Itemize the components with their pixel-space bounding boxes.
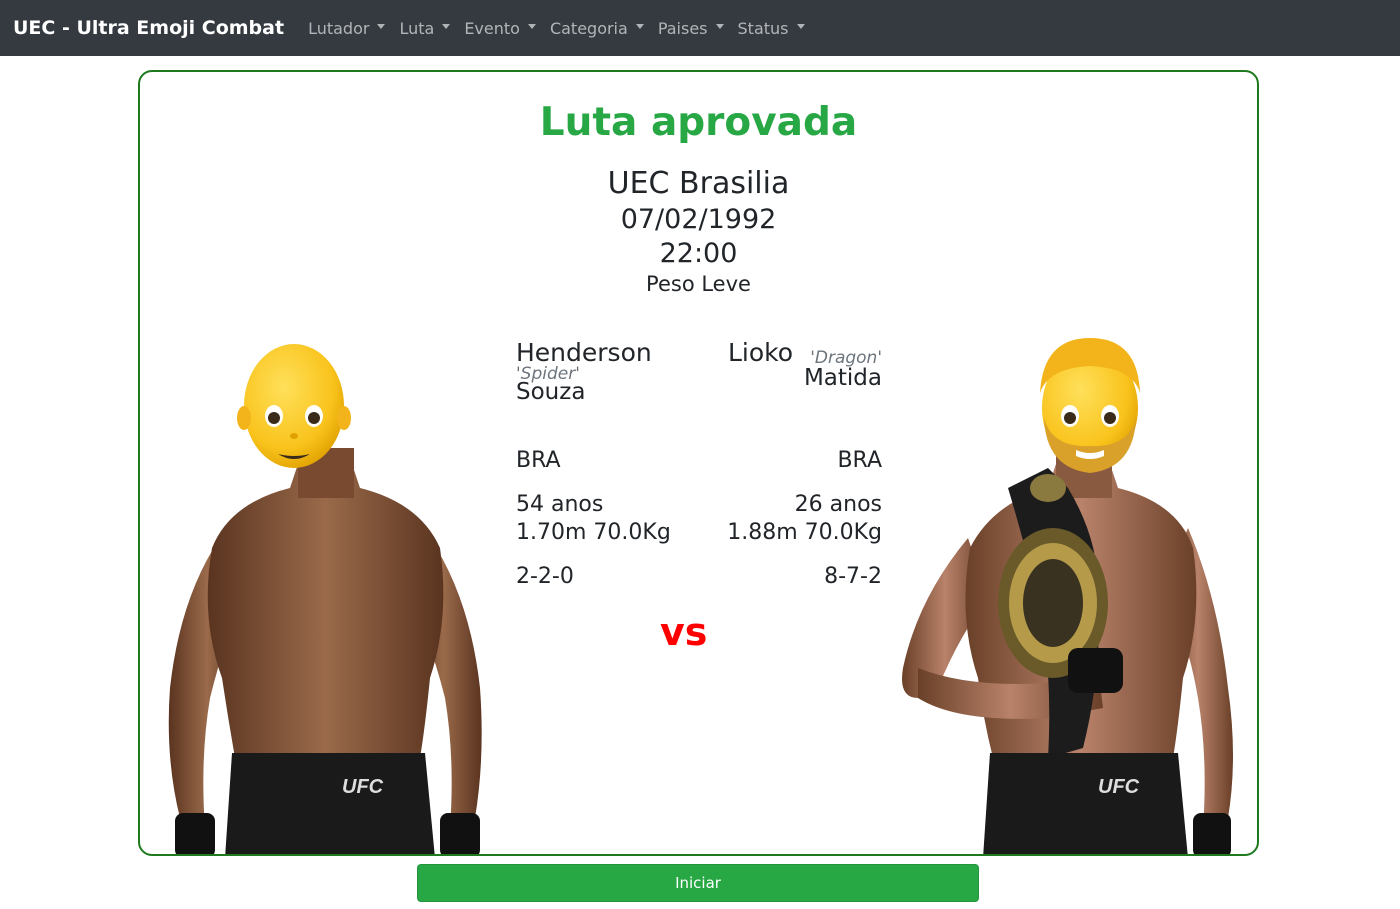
- menu-lutador[interactable]: Lutador: [308, 18, 386, 38]
- brand-link[interactable]: UEC - Ultra Emoji Combat: [13, 17, 284, 39]
- fighter-left-last-name: Souza: [516, 379, 586, 405]
- menu-luta-label: Luta: [399, 18, 435, 38]
- caret-down-icon: [442, 23, 451, 29]
- menu-luta[interactable]: Luta: [399, 18, 451, 38]
- event-name: UEC Brasilia: [607, 166, 790, 201]
- caret-down-icon: [796, 23, 805, 29]
- fighter-right-image: UFC: [898, 338, 1248, 854]
- start-fight-button[interactable]: Iniciar: [417, 864, 979, 902]
- fight-status-title: Luta aprovada: [539, 100, 858, 145]
- fighter-right-nickname: 'Dragon': [810, 348, 882, 368]
- fighter-left-age: 54 anos: [516, 492, 604, 517]
- fighter-right-age: 26 anos: [794, 492, 882, 517]
- fighter-left-info: Henderson 'Spider' Souza BRA 54 anos 1.7…: [516, 338, 680, 590]
- navbar: UEC - Ultra Emoji Combat Lutador Luta Ev…: [0, 0, 1400, 56]
- caret-down-icon: [527, 23, 536, 29]
- caret-down-icon: [635, 23, 644, 29]
- menu-status-label: Status: [737, 18, 789, 38]
- fighter-left-record: 2-2-0: [516, 564, 574, 589]
- shorts-logo-left: UFC: [342, 776, 384, 798]
- menu-lutador-label: Lutador: [308, 18, 370, 38]
- fighter-right-country: BRA: [837, 448, 882, 473]
- fighter-right-record: 8-7-2: [824, 564, 882, 589]
- menu-categoria[interactable]: Categoria: [550, 19, 644, 38]
- weight-category: Peso Leve: [646, 272, 751, 296]
- versus-label: vs: [660, 610, 708, 654]
- menu-categoria-label: Categoria: [549, 18, 628, 38]
- bearded-face-emoji-icon: [1040, 338, 1140, 473]
- fighter-right-height-weight: 1.88m 70.0Kg: [727, 520, 882, 545]
- menu-status[interactable]: Status: [738, 19, 805, 38]
- fighter-left-first-name: Henderson: [516, 338, 652, 367]
- caret-down-icon: [377, 23, 386, 29]
- menu-paises[interactable]: Paises: [658, 19, 724, 38]
- fighter-left-height-weight: 1.70m 70.0Kg: [516, 520, 671, 545]
- fighter-right-first-name: Lioko: [728, 338, 794, 367]
- caret-down-icon: [715, 23, 724, 29]
- event-time: 22:00: [659, 238, 738, 269]
- fighter-left-image: UFC: [150, 338, 500, 854]
- shorts-logo-right: UFC: [1098, 776, 1140, 798]
- fighter-left-country: BRA: [516, 448, 561, 473]
- menu-paises-label: Paises: [657, 18, 708, 38]
- menu-evento[interactable]: Evento: [464, 19, 536, 38]
- menu-evento-label: Evento: [464, 18, 520, 38]
- fight-card: Luta aprovada UEC Brasilia 07/02/1992 22…: [138, 70, 1259, 856]
- fighter-right-last-name: Matida: [803, 365, 882, 391]
- fighter-right-info: Lioko 'Dragon' Matida BRA 26 anos 1.88m …: [718, 338, 882, 590]
- event-date: 07/02/1992: [620, 204, 777, 235]
